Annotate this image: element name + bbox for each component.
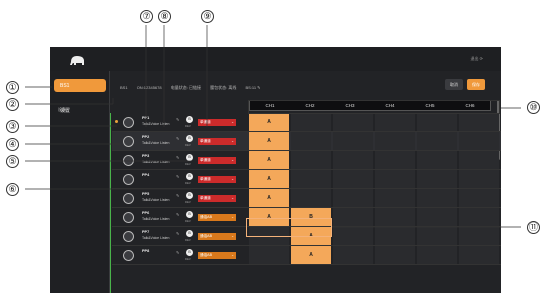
annotation-11: ⑪ — [527, 221, 540, 234]
annotation-6: ⑥ — [6, 183, 19, 196]
annotation-2: ② — [6, 98, 19, 111]
annotation-9: ⑨ — [201, 10, 214, 23]
annotation-4: ④ — [6, 138, 19, 151]
annotation-lines — [25, 25, 521, 228]
highlight-box-channels — [248, 100, 500, 114]
annotation-3: ③ — [6, 120, 19, 133]
highlight-box-ab — [246, 218, 332, 237]
annotation-10: ⑩ — [527, 101, 540, 114]
annotation-5: ⑤ — [6, 155, 19, 168]
annotation-7: ⑦ — [140, 10, 153, 23]
annotation-1: ① — [6, 81, 19, 94]
annotation-8: ⑧ — [158, 10, 171, 23]
